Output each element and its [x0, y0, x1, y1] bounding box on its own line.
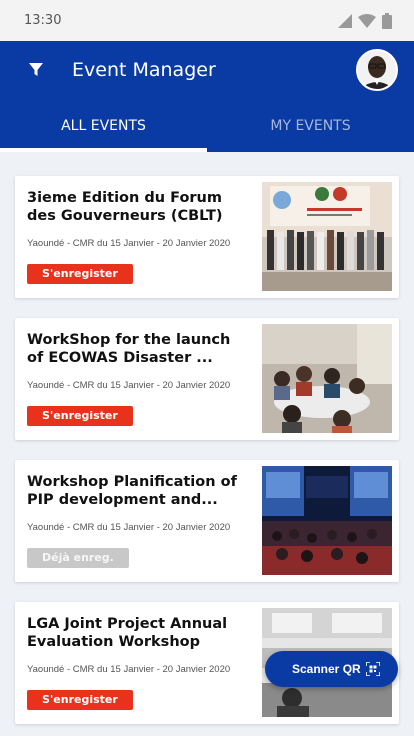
register-button[interactable]: S'enregister: [27, 406, 133, 426]
scan-qr-button[interactable]: Scanner QR: [265, 651, 398, 687]
register-button[interactable]: S'enregister: [27, 690, 133, 710]
tab-bar: ALL EVENTS MY EVENTS: [0, 99, 414, 152]
event-meta: Yaoundé - CMR du 15 Janvier - 20 Janvier…: [27, 664, 231, 675]
event-image: [262, 324, 392, 433]
event-card[interactable]: 3ieme Edition du Forum des Gouverneurs (…: [15, 176, 399, 298]
status-time: 13:30: [24, 13, 62, 28]
event-image: [262, 182, 392, 291]
tab-indicator: [0, 148, 207, 152]
avatar[interactable]: [356, 49, 398, 91]
event-image: [262, 466, 392, 575]
page-title: Event Manager: [72, 59, 216, 81]
event-title: 3ieme Edition du Forum des Gouverneurs (…: [27, 190, 223, 224]
event-card[interactable]: Workshop Planification of PIP developmen…: [15, 460, 399, 582]
register-button[interactable]: S'enregister: [27, 264, 133, 284]
status-icons: [338, 12, 392, 29]
event-list: 3ieme Edition du Forum des Gouverneurs (…: [0, 152, 414, 724]
registered-button[interactable]: Déjà enreg.: [27, 548, 129, 568]
app-bar: Event Manager: [0, 41, 414, 99]
qr-scan-icon: [365, 661, 381, 681]
event-meta: Yaoundé - CMR du 15 Janvier - 20 Janvier…: [27, 380, 231, 391]
event-title: WorkShop for the launch of ECOWAS Disast…: [27, 332, 231, 366]
event-card[interactable]: WorkShop for the launch of ECOWAS Disast…: [15, 318, 399, 440]
signal-icon: [338, 13, 352, 28]
battery-icon: [382, 12, 392, 29]
tab-my-events[interactable]: MY EVENTS: [207, 99, 414, 152]
event-meta: Yaoundé - CMR du 15 Janvier - 20 Janvier…: [27, 238, 231, 249]
status-bar: 13:30: [0, 0, 414, 41]
event-meta: Yaoundé - CMR du 15 Janvier - 20 Janvier…: [27, 522, 231, 533]
event-title: Workshop Planification of PIP developmen…: [27, 474, 237, 508]
wifi-icon: [358, 13, 376, 28]
event-title: LGA Joint Project Annual Evaluation Work…: [27, 616, 228, 650]
scan-qr-label: Scanner QR: [292, 662, 361, 676]
filter-icon[interactable]: [26, 60, 46, 80]
tab-all-events[interactable]: ALL EVENTS: [0, 99, 207, 152]
